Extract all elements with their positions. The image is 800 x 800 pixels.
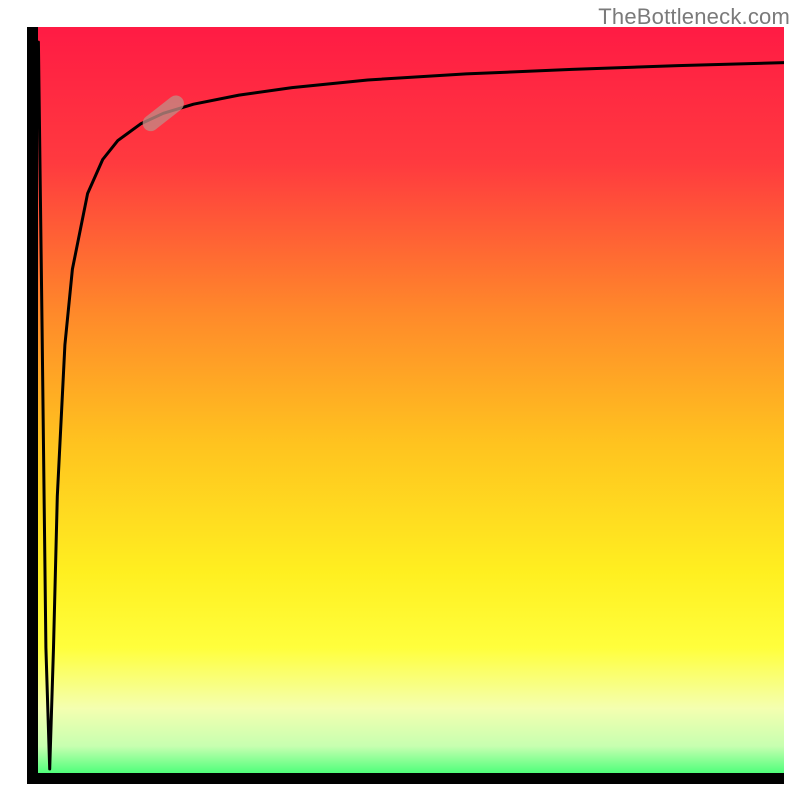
plot-area: [27, 27, 784, 784]
x-axis: [27, 773, 784, 784]
chart-frame: TheBottleneck.com: [0, 0, 800, 800]
gradient-background: [27, 27, 784, 784]
y-axis: [27, 27, 38, 784]
